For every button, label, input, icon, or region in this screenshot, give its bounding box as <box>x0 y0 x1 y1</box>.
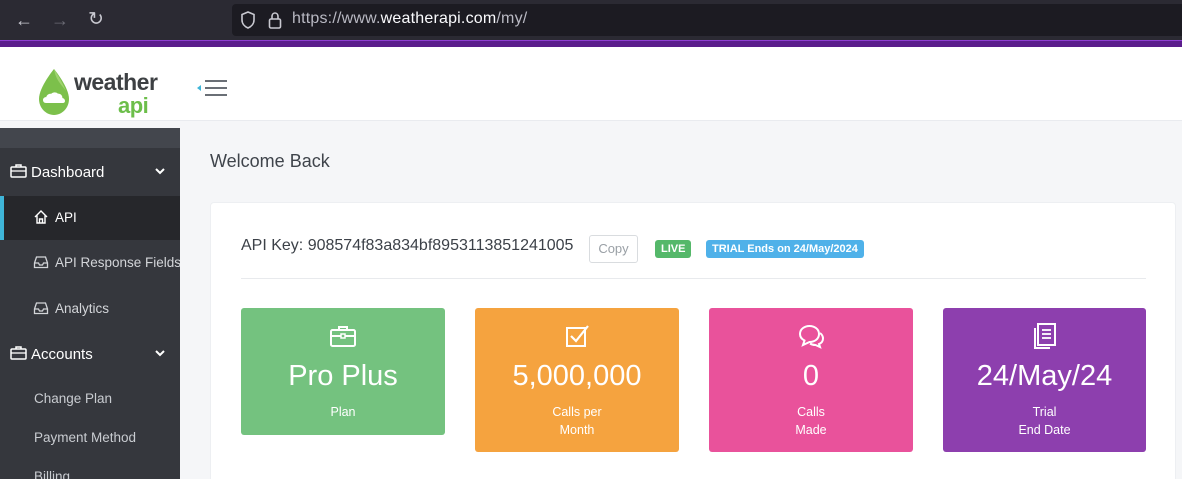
sidebar-group-label: Accounts <box>31 346 93 363</box>
plan-value: Pro Plus <box>288 360 398 392</box>
back-icon[interactable]: ← <box>12 8 36 32</box>
calls-made-label-line2: Made <box>795 423 827 437</box>
sidebar-item-change-plan[interactable]: Change Plan <box>34 391 112 406</box>
browser-accent-strip <box>0 40 1182 47</box>
sidebar-item-api-response-fields[interactable]: API Response Fields <box>0 241 180 285</box>
plan-label: Plan <box>241 403 445 421</box>
checkbox-icon <box>566 325 589 347</box>
chat-bubbles-icon <box>798 324 825 349</box>
inbox-icon <box>33 256 49 269</box>
sidebar-group-accounts[interactable]: Accounts <box>0 332 180 376</box>
briefcase-icon <box>10 164 27 178</box>
app-header: weather api <box>0 47 1182 121</box>
api-key-row: API Key: 908574f83a834bf8953113851241005… <box>241 235 1146 263</box>
calls-per-month-label-line2: Month <box>559 423 595 437</box>
calls-per-month-value: 5,000,000 <box>512 360 642 392</box>
logo-drop-icon <box>39 69 69 115</box>
calls-per-month-label: Calls per Month <box>475 403 679 439</box>
api-key-card: API Key: 908574f83a834bf8953113851241005… <box>210 202 1176 479</box>
sidebar-top-band <box>0 128 180 148</box>
browser-toolbar: ← → ↻ https://www.weatherapi.com/my/ <box>0 0 1182 40</box>
sidebar-item-analytics[interactable]: Analytics <box>0 287 180 331</box>
trial-end-date-label-line1: Trial <box>1032 405 1057 419</box>
logo-text-weather: weather <box>74 69 158 95</box>
briefcase-icon <box>330 326 356 347</box>
document-icon <box>1033 323 1056 349</box>
trial-end-date-tile: 24/May/24 Trial End Date <box>943 308 1146 452</box>
url-host: weatherapi.com <box>380 10 497 27</box>
copy-button[interactable]: Copy <box>589 235 638 263</box>
sidebar-item-label: API <box>55 210 77 225</box>
sidebar-item-api[interactable]: API <box>0 196 180 240</box>
sidebar-item-label: API Response Fields <box>55 255 180 270</box>
calls-made-value: 0 <box>802 360 820 392</box>
trial-end-date-label: Trial End Date <box>943 403 1146 439</box>
briefcase-icon <box>10 346 27 360</box>
logo-text-api: api <box>118 93 149 118</box>
lock-icon[interactable] <box>268 11 282 29</box>
sidebar-item-payment-method[interactable]: Payment Method <box>34 430 136 445</box>
plan-label-line1: Plan <box>330 405 356 419</box>
trial-end-date-label-line2: End Date <box>1018 423 1071 437</box>
calls-made-tile: 0 Calls Made <box>709 308 913 452</box>
chevron-down-icon <box>155 168 165 175</box>
plan-tile: Pro Plus Plan <box>241 308 445 435</box>
calls-per-month-label-line1: Calls per <box>552 405 602 419</box>
url-text[interactable]: https://www.weatherapi.com/my/ <box>292 10 527 28</box>
trial-badge: TRIAL Ends on 24/May/2024 <box>706 240 864 258</box>
reload-icon[interactable]: ↻ <box>84 8 108 32</box>
url-path: /my/ <box>496 10 528 27</box>
page-title: Welcome Back <box>210 151 330 171</box>
forward-icon[interactable]: → <box>48 8 72 32</box>
sidebar-item-label: Analytics <box>55 301 110 316</box>
calls-per-month-tile: 5,000,000 Calls per Month <box>475 308 679 452</box>
chevron-down-icon <box>155 350 165 357</box>
sidebar-group-label: Dashboard <box>31 164 105 181</box>
calls-made-label-line1: Calls <box>797 405 825 419</box>
menu-toggle-icon[interactable] <box>196 77 230 101</box>
calls-made-label: Calls Made <box>709 403 913 439</box>
divider <box>241 278 1146 279</box>
inbox-icon <box>33 302 49 315</box>
sidebar-item-billing[interactable]: Billing <box>34 469 70 479</box>
live-badge: LIVE <box>655 240 692 258</box>
shield-icon[interactable] <box>240 11 256 29</box>
sidebar: Dashboard API API Response Fields Analyt… <box>0 128 180 479</box>
url-prefix: https://www. <box>292 10 381 27</box>
sidebar-group-dashboard[interactable]: Dashboard <box>0 150 180 194</box>
api-key-text: API Key: 908574f83a834bf8953113851241005 <box>241 237 574 254</box>
address-bar[interactable]: https://www.weatherapi.com/my/ <box>232 4 1182 36</box>
trial-end-date-value: 24/May/24 <box>976 360 1113 392</box>
home-icon <box>34 210 48 224</box>
